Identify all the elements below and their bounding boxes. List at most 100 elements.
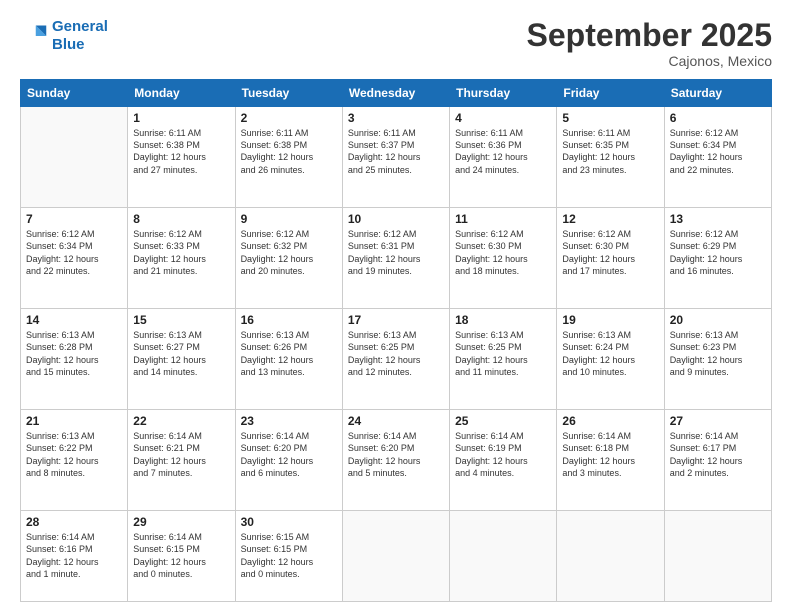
cell-info: Sunrise: 6:15 AM Sunset: 6:15 PM Dayligh… xyxy=(241,531,337,580)
cell-info: Sunrise: 6:13 AM Sunset: 6:28 PM Dayligh… xyxy=(26,329,122,378)
day-number: 18 xyxy=(455,313,551,327)
cell-info: Sunrise: 6:13 AM Sunset: 6:26 PM Dayligh… xyxy=(241,329,337,378)
cell-info: Sunrise: 6:12 AM Sunset: 6:34 PM Dayligh… xyxy=(670,127,766,176)
calendar-cell: 8 Sunrise: 6:12 AM Sunset: 6:33 PM Daylig… xyxy=(128,208,235,309)
calendar-cell: 4Sunrise: 6:11 AM Sunset: 6:36 PM Daylig… xyxy=(450,107,557,208)
cell-info: Sunrise: 6:14 AM Sunset: 6:20 PM Dayligh… xyxy=(348,430,444,479)
calendar-cell: 3 Sunrise: 6:11 AM Sunset: 6:37 PM Daylig… xyxy=(342,107,449,208)
logo: General Blue xyxy=(20,18,108,54)
day-number: 14 xyxy=(26,313,122,327)
weekday-header-sunday: Sunday xyxy=(21,80,128,107)
logo-icon xyxy=(20,22,48,50)
calendar-cell: 9 Sunrise: 6:12 AM Sunset: 6:32 PM Daylig… xyxy=(235,208,342,309)
weekday-header-wednesday: Wednesday xyxy=(342,80,449,107)
calendar-cell: 29 Sunrise: 6:14 AM Sunset: 6:15 PM Dayli… xyxy=(128,511,235,602)
cell-info: Sunrise: 6:13 AM Sunset: 6:22 PM Dayligh… xyxy=(26,430,122,479)
cell-info: Sunrise: 6:14 AM Sunset: 6:20 PM Dayligh… xyxy=(241,430,337,479)
calendar-cell: 6 Sunrise: 6:12 AM Sunset: 6:34 PM Daylig… xyxy=(664,107,771,208)
calendar-cell: 1 Sunrise: 6:11 AM Sunset: 6:38 PM Daylig… xyxy=(128,107,235,208)
calendar-cell: 25 Sunrise: 6:14 AM Sunset: 6:19 PM Dayli… xyxy=(450,410,557,511)
day-number: 12 xyxy=(562,212,658,226)
cell-info: Sunrise: 6:12 AM Sunset: 6:30 PM Dayligh… xyxy=(455,228,551,277)
weekday-header-friday: Friday xyxy=(557,80,664,107)
calendar-cell: 16 Sunrise: 6:13 AM Sunset: 6:26 PM Dayli… xyxy=(235,309,342,410)
week-row-3: 14 Sunrise: 6:13 AM Sunset: 6:28 PM Dayli… xyxy=(21,309,772,410)
day-number: 3 xyxy=(348,111,444,125)
day-number: 27 xyxy=(670,414,766,428)
cell-info: Sunrise: 6:12 AM Sunset: 6:33 PM Dayligh… xyxy=(133,228,229,277)
calendar-cell: 22 Sunrise: 6:14 AM Sunset: 6:21 PM Dayli… xyxy=(128,410,235,511)
day-number: 25 xyxy=(455,414,551,428)
calendar-cell: 10 Sunrise: 6:12 AM Sunset: 6:31 PM Dayli… xyxy=(342,208,449,309)
calendar-cell: 15Sunrise: 6:13 AM Sunset: 6:27 PM Dayli… xyxy=(128,309,235,410)
day-number: 5 xyxy=(562,111,658,125)
title-block: September 2025 Cajonos, Mexico xyxy=(527,18,772,69)
weekday-header-thursday: Thursday xyxy=(450,80,557,107)
day-number: 9 xyxy=(241,212,337,226)
calendar-body: 1 Sunrise: 6:11 AM Sunset: 6:38 PM Daylig… xyxy=(21,107,772,602)
cell-info: Sunrise: 6:14 AM Sunset: 6:21 PM Dayligh… xyxy=(133,430,229,479)
cell-info: Sunrise: 6:14 AM Sunset: 6:19 PM Dayligh… xyxy=(455,430,551,479)
calendar-cell: 24 Sunrise: 6:14 AM Sunset: 6:20 PM Dayli… xyxy=(342,410,449,511)
calendar-cell: 13Sunrise: 6:12 AM Sunset: 6:29 PM Dayli… xyxy=(664,208,771,309)
cell-info: Sunrise: 6:12 AM Sunset: 6:32 PM Dayligh… xyxy=(241,228,337,277)
calendar-cell: 21Sunrise: 6:13 AM Sunset: 6:22 PM Dayli… xyxy=(21,410,128,511)
calendar-cell: 19Sunrise: 6:13 AM Sunset: 6:24 PM Dayli… xyxy=(557,309,664,410)
day-number: 19 xyxy=(562,313,658,327)
day-number: 20 xyxy=(670,313,766,327)
cell-info: Sunrise: 6:14 AM Sunset: 6:18 PM Dayligh… xyxy=(562,430,658,479)
calendar-cell: 2 Sunrise: 6:11 AM Sunset: 6:38 PM Daylig… xyxy=(235,107,342,208)
cell-info: Sunrise: 6:12 AM Sunset: 6:29 PM Dayligh… xyxy=(670,228,766,277)
calendar-cell: 11 Sunrise: 6:12 AM Sunset: 6:30 PM Dayli… xyxy=(450,208,557,309)
day-number: 16 xyxy=(241,313,337,327)
day-number: 30 xyxy=(241,515,337,529)
calendar-cell: 12Sunrise: 6:12 AM Sunset: 6:30 PM Dayli… xyxy=(557,208,664,309)
cell-info: Sunrise: 6:13 AM Sunset: 6:25 PM Dayligh… xyxy=(348,329,444,378)
calendar-cell: 5Sunrise: 6:11 AM Sunset: 6:35 PM Daylig… xyxy=(557,107,664,208)
calendar-cell: 20 Sunrise: 6:13 AM Sunset: 6:23 PM Dayli… xyxy=(664,309,771,410)
cell-info: Sunrise: 6:14 AM Sunset: 6:17 PM Dayligh… xyxy=(670,430,766,479)
cell-info: Sunrise: 6:11 AM Sunset: 6:38 PM Dayligh… xyxy=(133,127,229,176)
day-number: 6 xyxy=(670,111,766,125)
calendar-cell: 7 Sunrise: 6:12 AM Sunset: 6:34 PM Daylig… xyxy=(21,208,128,309)
calendar-cell xyxy=(557,511,664,602)
weekday-header-tuesday: Tuesday xyxy=(235,80,342,107)
calendar-cell: 30 Sunrise: 6:15 AM Sunset: 6:15 PM Dayli… xyxy=(235,511,342,602)
calendar-cell: 26 Sunrise: 6:14 AM Sunset: 6:18 PM Dayli… xyxy=(557,410,664,511)
cell-info: Sunrise: 6:14 AM Sunset: 6:15 PM Dayligh… xyxy=(133,531,229,580)
calendar-cell: 23Sunrise: 6:14 AM Sunset: 6:20 PM Dayli… xyxy=(235,410,342,511)
weekday-header-row: SundayMondayTuesdayWednesdayThursdayFrid… xyxy=(21,80,772,107)
calendar-header: SundayMondayTuesdayWednesdayThursdayFrid… xyxy=(21,80,772,107)
day-number: 8 xyxy=(133,212,229,226)
day-number: 1 xyxy=(133,111,229,125)
cell-info: Sunrise: 6:12 AM Sunset: 6:31 PM Dayligh… xyxy=(348,228,444,277)
header: General Blue September 2025 Cajonos, Mex… xyxy=(20,18,772,69)
day-number: 7 xyxy=(26,212,122,226)
day-number: 2 xyxy=(241,111,337,125)
day-number: 17 xyxy=(348,313,444,327)
weekday-header-saturday: Saturday xyxy=(664,80,771,107)
month-title: September 2025 xyxy=(527,18,772,53)
cell-info: Sunrise: 6:14 AM Sunset: 6:16 PM Dayligh… xyxy=(26,531,122,580)
day-number: 29 xyxy=(133,515,229,529)
calendar-cell: 18 Sunrise: 6:13 AM Sunset: 6:25 PM Dayli… xyxy=(450,309,557,410)
page: General Blue September 2025 Cajonos, Mex… xyxy=(0,0,792,612)
cell-info: Sunrise: 6:11 AM Sunset: 6:38 PM Dayligh… xyxy=(241,127,337,176)
day-number: 15 xyxy=(133,313,229,327)
cell-info: Sunrise: 6:12 AM Sunset: 6:34 PM Dayligh… xyxy=(26,228,122,277)
day-number: 22 xyxy=(133,414,229,428)
day-number: 10 xyxy=(348,212,444,226)
week-row-2: 7 Sunrise: 6:12 AM Sunset: 6:34 PM Daylig… xyxy=(21,208,772,309)
week-row-1: 1 Sunrise: 6:11 AM Sunset: 6:38 PM Daylig… xyxy=(21,107,772,208)
calendar-table: SundayMondayTuesdayWednesdayThursdayFrid… xyxy=(20,79,772,602)
calendar-cell xyxy=(342,511,449,602)
day-number: 11 xyxy=(455,212,551,226)
day-number: 24 xyxy=(348,414,444,428)
calendar-cell: 27 Sunrise: 6:14 AM Sunset: 6:17 PM Dayli… xyxy=(664,410,771,511)
day-number: 26 xyxy=(562,414,658,428)
cell-info: Sunrise: 6:11 AM Sunset: 6:37 PM Dayligh… xyxy=(348,127,444,176)
location: Cajonos, Mexico xyxy=(527,53,772,69)
cell-info: Sunrise: 6:13 AM Sunset: 6:23 PM Dayligh… xyxy=(670,329,766,378)
cell-info: Sunrise: 6:13 AM Sunset: 6:25 PM Dayligh… xyxy=(455,329,551,378)
logo-text: General Blue xyxy=(52,18,108,54)
